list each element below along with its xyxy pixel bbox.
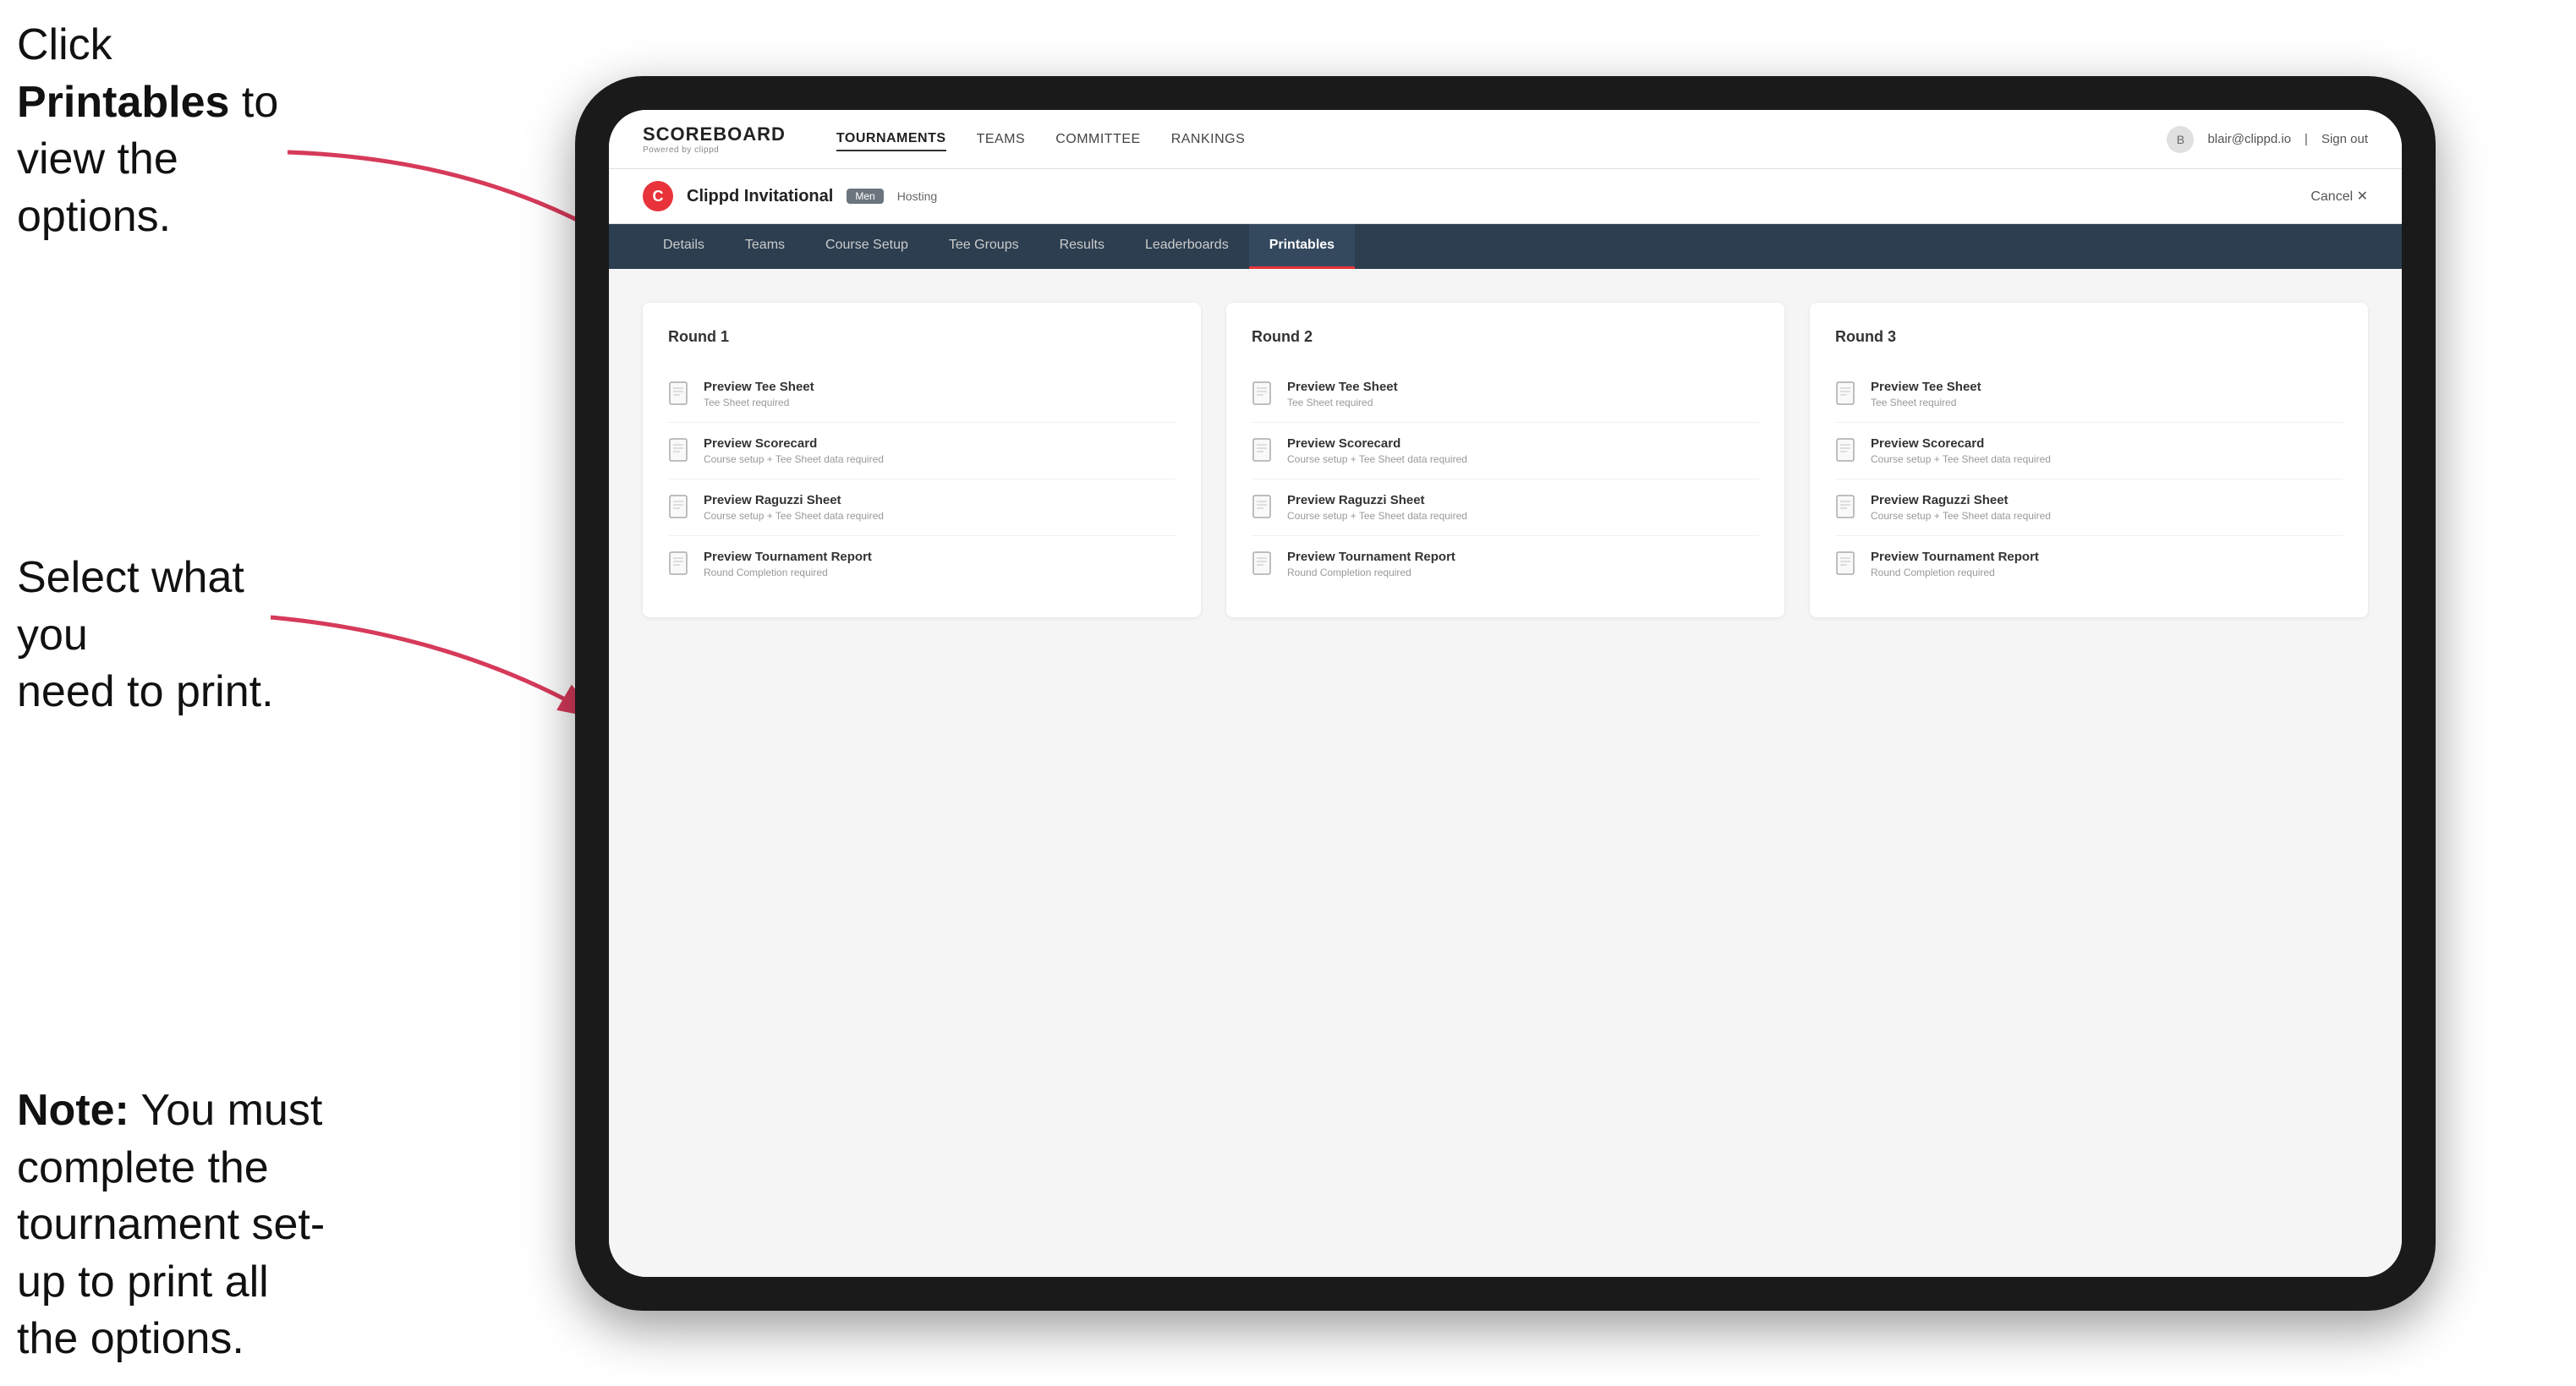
round3-tee-sheet[interactable]: Preview Tee Sheet Tee Sheet required xyxy=(1835,366,2343,423)
hosting-badge: Hosting xyxy=(897,189,937,203)
main-nav: TOURNAMENTS TEAMS COMMITTEE RANKINGS xyxy=(836,128,1245,151)
tournament-report-icon xyxy=(668,551,692,578)
round3-tournament-report-title: Preview Tournament Report xyxy=(1871,550,2039,564)
round1-tee-sheet-text: Preview Tee Sheet Tee Sheet required xyxy=(704,380,814,408)
round1-raguzzi-text: Preview Raguzzi Sheet Course setup + Tee… xyxy=(704,493,884,522)
tab-leaderboards[interactable]: Leaderboards xyxy=(1125,224,1249,269)
round1-scorecard-title: Preview Scorecard xyxy=(704,436,884,451)
round3-tee-sheet-subtitle: Tee Sheet required xyxy=(1871,397,1981,408)
round3-tee-sheet-icon xyxy=(1835,381,1859,408)
note-bold: Note: xyxy=(17,1086,129,1135)
round-3-section: Round 3 Preview Tee Sheet xyxy=(1810,303,2368,617)
round3-tournament-report-subtitle: Round Completion required xyxy=(1871,567,2039,578)
round1-tournament-report[interactable]: Preview Tournament Report Round Completi… xyxy=(668,536,1176,592)
round2-tournament-report-subtitle: Round Completion required xyxy=(1287,567,1455,578)
round1-tee-sheet[interactable]: Preview Tee Sheet Tee Sheet required xyxy=(668,366,1176,423)
tablet-screen: SCOREBOARD Powered by clippd TOURNAMENTS… xyxy=(609,110,2402,1277)
round2-scorecard[interactable]: Preview Scorecard Course setup + Tee She… xyxy=(1252,423,1759,479)
round1-tournament-report-title: Preview Tournament Report xyxy=(704,550,872,564)
nav-committee[interactable]: COMMITTEE xyxy=(1055,129,1141,151)
tab-details[interactable]: Details xyxy=(643,224,725,269)
instruction-middle: Select what you need to print. xyxy=(17,550,304,721)
round2-scorecard-icon xyxy=(1252,438,1275,465)
tab-tee-groups[interactable]: Tee Groups xyxy=(929,224,1039,269)
round-3-title: Round 3 xyxy=(1835,328,2343,346)
round1-raguzzi-title: Preview Raguzzi Sheet xyxy=(704,493,884,507)
round1-scorecard-subtitle: Course setup + Tee Sheet data required xyxy=(704,453,884,465)
header-left: SCOREBOARD Powered by clippd TOURNAMENTS… xyxy=(643,123,1245,155)
header-right: B blair@clippd.io | Sign out xyxy=(2167,126,2368,153)
round3-tee-sheet-title: Preview Tee Sheet xyxy=(1871,380,1981,394)
round-1-title: Round 1 xyxy=(668,328,1176,346)
round1-scorecard[interactable]: Preview Scorecard Course setup + Tee She… xyxy=(668,423,1176,479)
scoreboard-logo: SCOREBOARD Powered by clippd xyxy=(643,123,786,155)
tab-teams[interactable]: Teams xyxy=(725,224,805,269)
logo-sub: Powered by clippd xyxy=(643,145,786,155)
round1-raguzzi-subtitle: Course setup + Tee Sheet data required xyxy=(704,510,884,522)
main-content: Round 1 Preview Tee Sheet xyxy=(609,269,2402,1277)
round3-scorecard-icon xyxy=(1835,438,1859,465)
tab-results[interactable]: Results xyxy=(1039,224,1125,269)
round3-raguzzi[interactable]: Preview Raguzzi Sheet Course setup + Tee… xyxy=(1835,479,2343,536)
round2-scorecard-title: Preview Scorecard xyxy=(1287,436,1467,451)
round3-raguzzi-icon xyxy=(1835,495,1859,522)
round1-raguzzi[interactable]: Preview Raguzzi Sheet Course setup + Tee… xyxy=(668,479,1176,536)
round2-tee-sheet-subtitle: Tee Sheet required xyxy=(1287,397,1398,408)
round2-scorecard-subtitle: Course setup + Tee Sheet data required xyxy=(1287,453,1467,465)
tournament-gender: Men xyxy=(847,189,883,204)
instruction-bottom: Note: You must complete the tournament s… xyxy=(17,1082,338,1368)
tournament-logo: C xyxy=(643,181,673,211)
round1-tee-sheet-title: Preview Tee Sheet xyxy=(704,380,814,394)
nav-tournaments[interactable]: TOURNAMENTS xyxy=(836,128,946,151)
cancel-button[interactable]: Cancel ✕ xyxy=(2310,188,2368,205)
nav-rankings[interactable]: RANKINGS xyxy=(1171,129,1246,151)
separator: | xyxy=(2305,132,2308,146)
round3-tournament-report-icon xyxy=(1835,551,1859,578)
round2-tee-sheet-icon xyxy=(1252,381,1275,408)
round-2-title: Round 2 xyxy=(1252,328,1759,346)
round3-scorecard-subtitle: Course setup + Tee Sheet data required xyxy=(1871,453,2051,465)
round2-tournament-report-icon xyxy=(1252,551,1275,578)
tee-sheet-icon xyxy=(668,381,692,408)
round2-tournament-report[interactable]: Preview Tournament Report Round Completi… xyxy=(1252,536,1759,592)
round-2-section: Round 2 Preview Tee Sheet xyxy=(1226,303,1784,617)
raguzzi-icon xyxy=(668,495,692,522)
round-1-section: Round 1 Preview Tee Sheet xyxy=(643,303,1201,617)
user-avatar: B xyxy=(2167,126,2194,153)
tournament-header: C Clippd Invitational Men Hosting Cancel… xyxy=(609,169,2402,224)
logo-title: SCOREBOARD xyxy=(643,123,786,145)
round2-raguzzi-subtitle: Course setup + Tee Sheet data required xyxy=(1287,510,1467,522)
round3-tournament-report[interactable]: Preview Tournament Report Round Completi… xyxy=(1835,536,2343,592)
round3-raguzzi-title: Preview Raguzzi Sheet xyxy=(1871,493,2051,507)
round1-tournament-report-subtitle: Round Completion required xyxy=(704,567,872,578)
round3-scorecard-title: Preview Scorecard xyxy=(1871,436,2051,451)
round2-tee-sheet-title: Preview Tee Sheet xyxy=(1287,380,1398,394)
tournament-name: Clippd Invitational xyxy=(687,187,833,206)
round1-tee-sheet-subtitle: Tee Sheet required xyxy=(704,397,814,408)
round1-tournament-report-text: Preview Tournament Report Round Completi… xyxy=(704,550,872,578)
rounds-grid: Round 1 Preview Tee Sheet xyxy=(643,303,2368,617)
round1-scorecard-text: Preview Scorecard Course setup + Tee She… xyxy=(704,436,884,465)
tab-course-setup[interactable]: Course Setup xyxy=(805,224,929,269)
round2-tournament-report-title: Preview Tournament Report xyxy=(1287,550,1455,564)
user-email: blair@clippd.io xyxy=(2207,132,2291,146)
tablet-frame: SCOREBOARD Powered by clippd TOURNAMENTS… xyxy=(575,76,2436,1311)
nav-teams[interactable]: TEAMS xyxy=(977,129,1026,151)
tab-nav: Details Teams Course Setup Tee Groups Re… xyxy=(609,224,2402,269)
tournament-info: C Clippd Invitational Men Hosting xyxy=(643,181,937,211)
scorecard-icon xyxy=(668,438,692,465)
round3-raguzzi-subtitle: Course setup + Tee Sheet data required xyxy=(1871,510,2051,522)
round2-tee-sheet[interactable]: Preview Tee Sheet Tee Sheet required xyxy=(1252,366,1759,423)
sign-out-link[interactable]: Sign out xyxy=(2321,132,2368,146)
round2-raguzzi-title: Preview Raguzzi Sheet xyxy=(1287,493,1467,507)
app-header: SCOREBOARD Powered by clippd TOURNAMENTS… xyxy=(609,110,2402,169)
instruction-top: Click Printables to view the options. xyxy=(17,17,304,245)
printables-bold: Printables xyxy=(17,78,229,127)
round3-scorecard[interactable]: Preview Scorecard Course setup + Tee She… xyxy=(1835,423,2343,479)
round2-raguzzi-icon xyxy=(1252,495,1275,522)
tab-printables[interactable]: Printables xyxy=(1249,224,1355,269)
round2-raguzzi[interactable]: Preview Raguzzi Sheet Course setup + Tee… xyxy=(1252,479,1759,536)
